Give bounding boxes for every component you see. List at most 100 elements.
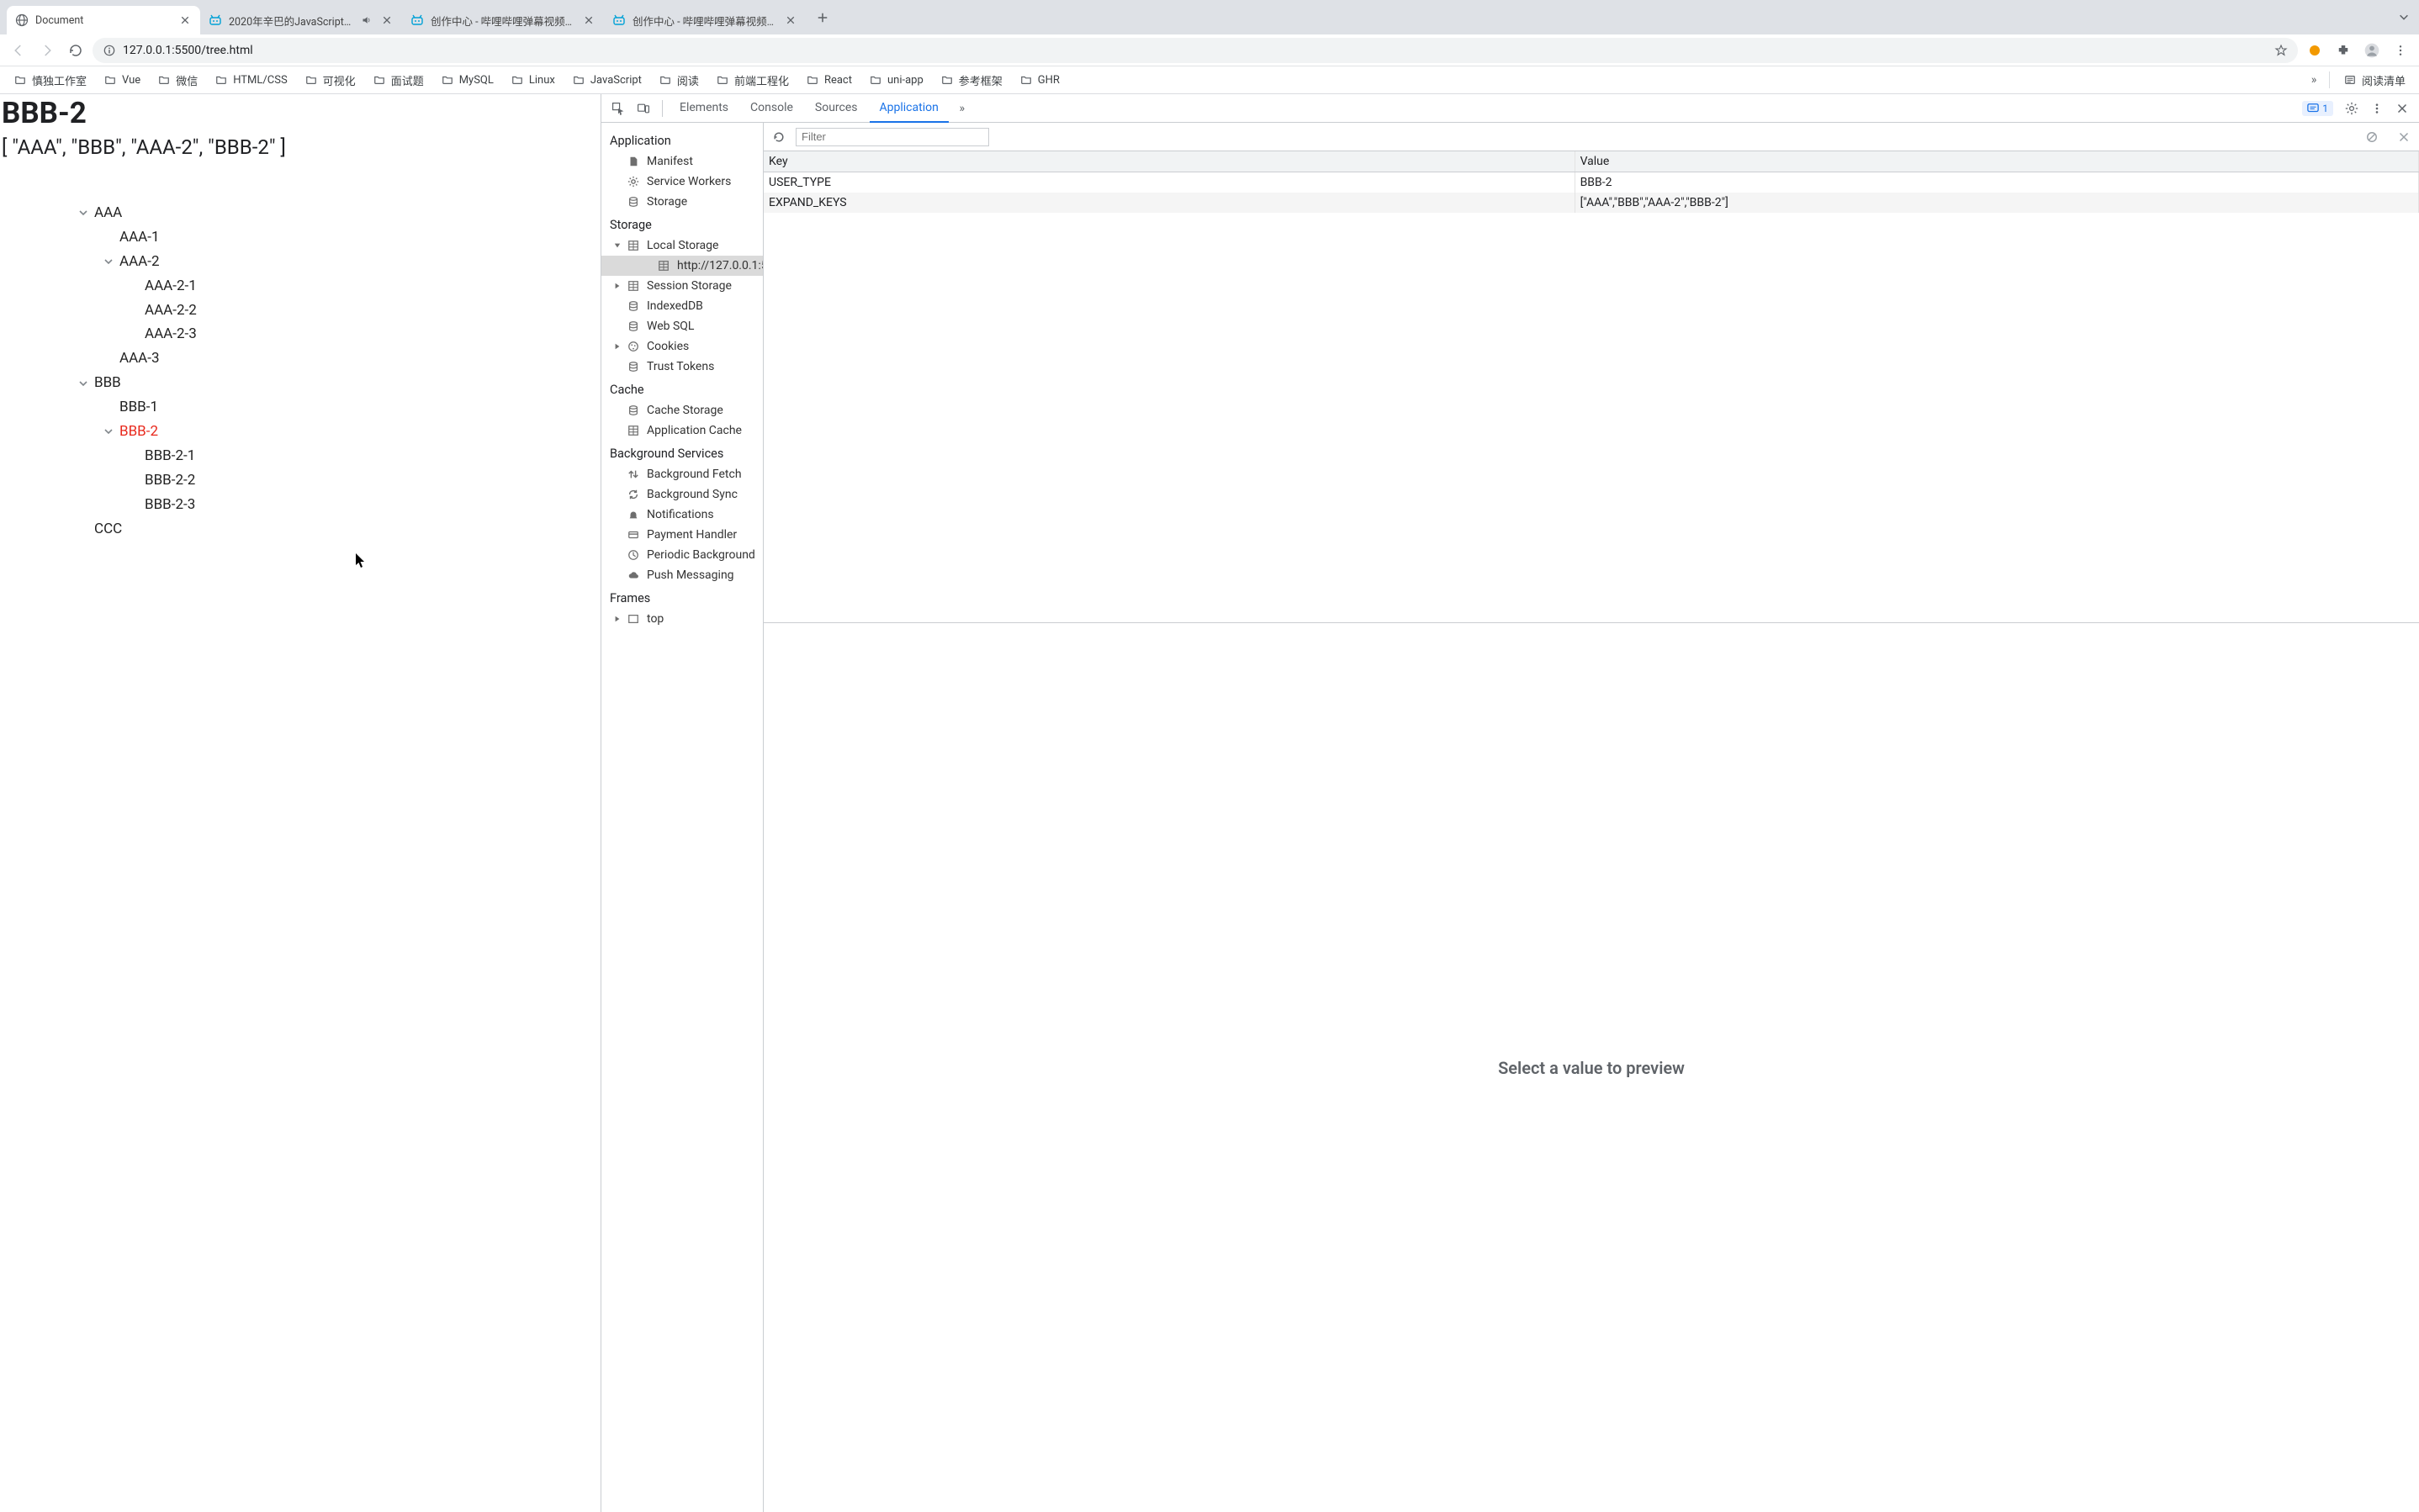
- chevron-down-icon[interactable]: [77, 378, 89, 389]
- bookmark-item[interactable]: React: [799, 70, 859, 90]
- sidebar-item[interactable]: Cookies: [601, 336, 763, 357]
- sidebar-item[interactable]: Background Fetch: [601, 464, 763, 484]
- devtools-tab-console[interactable]: Console: [740, 94, 803, 123]
- sidebar-section-title: Frames: [601, 585, 763, 609]
- sidebar-item[interactable]: Storage: [601, 192, 763, 212]
- bookmark-item[interactable]: Linux: [504, 70, 562, 90]
- close-icon[interactable]: [784, 13, 797, 27]
- sidebar-item[interactable]: Manifest: [601, 151, 763, 172]
- bookmark-item[interactable]: MySQL: [434, 70, 500, 90]
- bookmark-star-icon[interactable]: [2274, 44, 2288, 57]
- bookmark-item[interactable]: 可视化: [298, 69, 363, 92]
- back-button[interactable]: [7, 39, 30, 62]
- sidebar-item[interactable]: Web SQL: [601, 316, 763, 336]
- bookmark-item[interactable]: HTML/CSS: [208, 70, 294, 90]
- bookmark-item[interactable]: 阅读: [652, 69, 706, 92]
- filter-input[interactable]: [796, 128, 989, 146]
- table-row[interactable]: EXPAND_KEYS["AAA","BBB","AAA-2","BBB-2"]: [764, 193, 2419, 213]
- devtools-tab-application[interactable]: Application: [870, 94, 949, 123]
- console-messages-badge[interactable]: 1: [2302, 101, 2333, 116]
- speaker-icon[interactable]: [360, 13, 373, 27]
- address-bar[interactable]: 127.0.0.1:5500/tree.html: [93, 38, 2298, 63]
- delete-icon[interactable]: [2395, 129, 2412, 145]
- tree-item[interactable]: BBB-2-1: [145, 444, 601, 468]
- reading-list-button[interactable]: 阅读清单: [2337, 69, 2412, 92]
- bilibili-icon: [410, 13, 424, 27]
- tree-item[interactable]: CCC: [94, 517, 601, 542]
- triangle-right-icon[interactable]: [613, 615, 622, 623]
- profile-avatar-icon[interactable]: [2360, 39, 2384, 62]
- forward-button[interactable]: [35, 39, 59, 62]
- sidebar-item[interactable]: Trust Tokens: [601, 357, 763, 377]
- triangle-right-icon[interactable]: [613, 342, 622, 351]
- tree-item[interactable]: AAA-2: [119, 250, 601, 274]
- sidebar-item[interactable]: Service Workers: [601, 172, 763, 192]
- tree-item[interactable]: AAA-2-3: [145, 322, 601, 346]
- tree-item[interactable]: AAA-2-2: [145, 299, 601, 323]
- close-icon[interactable]: [380, 13, 394, 27]
- tree-item[interactable]: BBB-2-3: [145, 493, 601, 517]
- devtools-tab-elements[interactable]: Elements: [670, 94, 738, 123]
- sidebar-item[interactable]: Application Cache: [601, 420, 763, 441]
- browser-tab[interactable]: 2020年辛巴的JavaScript基: [200, 6, 402, 34]
- tree-item[interactable]: BBB-1: [119, 395, 601, 420]
- tree-item[interactable]: BBB: [94, 371, 601, 395]
- browser-tab[interactable]: Document: [7, 6, 200, 34]
- sidebar-item[interactable]: Cache Storage: [601, 400, 763, 420]
- reload-button[interactable]: [64, 39, 87, 62]
- close-devtools-icon[interactable]: [2390, 97, 2414, 120]
- sidebar-item[interactable]: Local Storage: [601, 235, 763, 256]
- close-icon[interactable]: [178, 13, 192, 27]
- chrome-menu-icon[interactable]: [2389, 39, 2412, 62]
- tree-item[interactable]: AAA-2-1: [145, 274, 601, 299]
- sidebar-item[interactable]: Payment Handler: [601, 525, 763, 545]
- tab-list-button[interactable]: [2394, 7, 2414, 27]
- bookmarks-overflow-icon[interactable]: »: [2305, 71, 2322, 88]
- sidebar-item[interactable]: Background Sync: [601, 484, 763, 505]
- sidebar-item[interactable]: top: [601, 609, 763, 629]
- sidebar-item[interactable]: Session Storage: [601, 276, 763, 296]
- triangle-right-icon[interactable]: [613, 282, 622, 290]
- refresh-icon[interactable]: [770, 129, 787, 145]
- inspect-element-icon[interactable]: [606, 97, 630, 120]
- table-row[interactable]: USER_TYPEBBB-2: [764, 172, 2419, 193]
- chevron-down-icon[interactable]: [103, 426, 114, 437]
- extension-icon[interactable]: [2303, 39, 2326, 62]
- triangle-down-icon[interactable]: [613, 241, 622, 250]
- bookmark-item[interactable]: 面试题: [366, 69, 431, 92]
- tree-item[interactable]: AAA: [94, 201, 601, 225]
- tree-item[interactable]: BBB-2: [119, 420, 601, 444]
- bookmark-item[interactable]: 参考框架: [934, 69, 1009, 92]
- browser-tab[interactable]: 创作中心 - 哔哩哔哩弹幕视频网: [604, 6, 806, 34]
- bookmark-item[interactable]: 前端工程化: [709, 69, 796, 92]
- sidebar-item[interactable]: IndexedDB: [601, 296, 763, 316]
- table-header-key[interactable]: Key: [764, 151, 1575, 172]
- devtools-tab-sources[interactable]: Sources: [805, 94, 868, 123]
- bookmark-item[interactable]: uni-app: [862, 70, 930, 90]
- chevron-down-icon[interactable]: [103, 256, 114, 267]
- gear-icon[interactable]: [2340, 97, 2363, 120]
- tree-item[interactable]: BBB-2-2: [145, 468, 601, 493]
- bookmark-item[interactable]: Vue: [97, 70, 147, 90]
- tree-item[interactable]: AAA-1: [119, 225, 601, 250]
- bookmark-item[interactable]: JavaScript: [565, 70, 648, 90]
- new-tab-button[interactable]: [811, 6, 834, 29]
- device-toolbar-icon[interactable]: [632, 97, 655, 120]
- chevron-down-icon[interactable]: [77, 207, 89, 219]
- sidebar-item[interactable]: Notifications: [601, 505, 763, 525]
- bookmark-item[interactable]: 微信: [151, 69, 204, 92]
- more-tabs-icon[interactable]: »: [950, 97, 974, 120]
- bookmark-item[interactable]: 慎独工作室: [7, 69, 93, 92]
- extensions-icon[interactable]: [2332, 39, 2355, 62]
- bookmark-item[interactable]: GHR: [1013, 70, 1067, 90]
- table-header-value[interactable]: Value: [1575, 151, 2418, 172]
- browser-tab[interactable]: 创作中心 - 哔哩哔哩弹幕视频网: [402, 6, 604, 34]
- sidebar-item[interactable]: http://127.0.0.1:550: [601, 256, 763, 276]
- close-icon[interactable]: [582, 13, 595, 27]
- sidebar-item[interactable]: Periodic Background: [601, 545, 763, 565]
- tree-item[interactable]: AAA-3: [119, 346, 601, 371]
- clear-all-icon[interactable]: [2363, 129, 2380, 145]
- sidebar-item[interactable]: Push Messaging: [601, 565, 763, 585]
- kebab-menu-icon[interactable]: [2365, 97, 2389, 120]
- site-info-icon[interactable]: [103, 44, 116, 57]
